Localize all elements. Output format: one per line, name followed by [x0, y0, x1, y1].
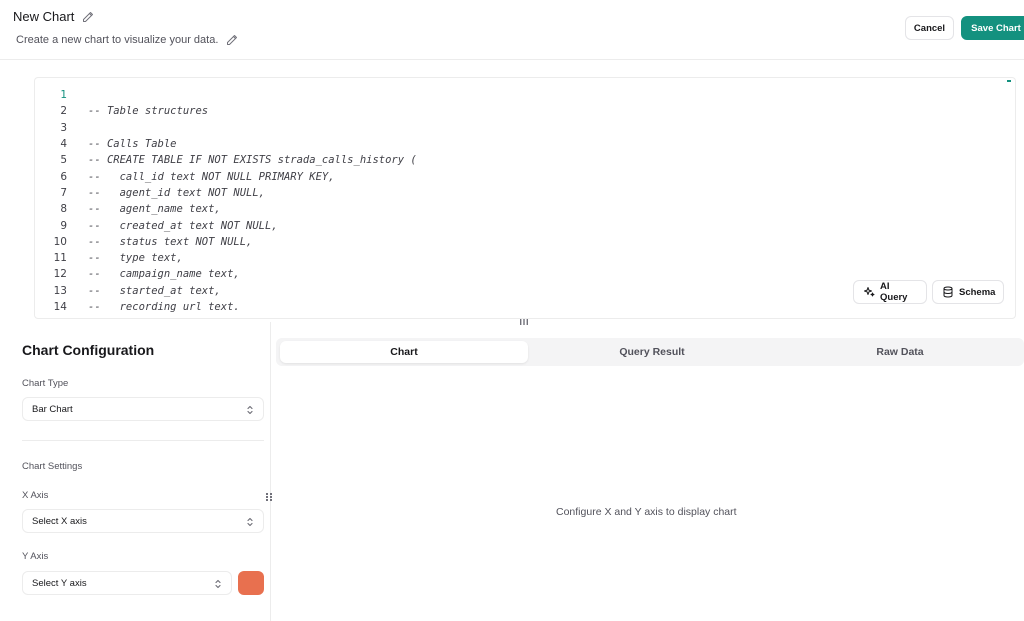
editor-resize-grip-icon[interactable]	[520, 312, 528, 325]
page-title: New Chart	[13, 9, 75, 24]
chart-configuration-panel: Chart Configuration Chart Type Bar Chart…	[0, 322, 271, 621]
ai-query-label: AI Query	[880, 281, 908, 303]
line-code: -- Calls Table	[88, 138, 177, 151]
code-line: 2 -- Table structures	[35, 103, 1015, 119]
title-row: New Chart	[13, 9, 94, 24]
line-code: -- created_at text NOT NULL,	[88, 219, 278, 232]
line-code: -- agent_id text NOT NULL,	[88, 186, 266, 199]
series-color-swatch[interactable]	[238, 571, 264, 595]
chart-type-label: Chart Type	[22, 378, 69, 389]
edit-description-icon[interactable]	[226, 34, 238, 46]
schema-button[interactable]: Schema	[932, 280, 1004, 304]
editor-scroll-marker	[1007, 80, 1011, 82]
line-number: 11	[53, 252, 67, 265]
ai-query-button[interactable]: AI Query	[853, 280, 927, 304]
edit-title-icon[interactable]	[82, 11, 94, 23]
database-icon	[942, 286, 954, 298]
line-code: -- type text,	[88, 252, 183, 265]
config-divider	[22, 440, 264, 441]
chevrons-up-down-icon	[245, 516, 255, 528]
x-axis-placeholder: Select X axis	[32, 515, 87, 527]
schema-label: Schema	[959, 286, 996, 298]
save-chart-button[interactable]: Save Chart	[961, 16, 1024, 40]
x-axis-select[interactable]: Select X axis	[22, 509, 264, 533]
chart-type-value: Bar Chart	[32, 403, 73, 415]
code-line: 10 -- status text NOT NULL,	[35, 234, 1015, 250]
line-number: 13	[53, 284, 67, 297]
code-line: 3	[35, 120, 1015, 136]
line-code: -- Table structures	[88, 105, 209, 118]
line-number: 7	[60, 186, 67, 199]
line-number: 5	[60, 154, 67, 167]
code-line: 6 -- call_id text NOT NULL PRIMARY KEY,	[35, 168, 1015, 184]
code-line: 9 -- created_at text NOT NULL,	[35, 217, 1015, 233]
line-number: 14	[53, 301, 67, 313]
code-line: 1	[35, 87, 1015, 103]
line-code: -- agent_name text,	[88, 203, 221, 216]
line-number: 10	[53, 235, 67, 248]
line-number: 3	[60, 121, 67, 134]
x-axis-label: X Axis	[22, 490, 49, 501]
line-code: -- CREATE TABLE IF NOT EXISTS strada_cal…	[88, 154, 417, 167]
chart-type-select[interactable]: Bar Chart	[22, 397, 264, 421]
tab-raw-data[interactable]: Raw Data	[776, 341, 1024, 363]
cancel-button[interactable]: Cancel	[905, 16, 954, 40]
config-title: Chart Configuration	[22, 342, 155, 358]
line-number: 6	[60, 170, 67, 183]
chart-empty-message: Configure X and Y axis to display chart	[556, 506, 737, 518]
sql-editor[interactable]: 1 2 -- Table structures 3 4 -- Calls Table 5 --…	[34, 77, 1016, 319]
line-code: -- call_id text NOT NULL PRIMARY KEY,	[88, 170, 335, 183]
line-code: -- recording url text.	[88, 301, 240, 313]
chevrons-up-down-icon	[245, 404, 255, 416]
y-axis-label: Y Axis	[22, 551, 49, 562]
line-number: 4	[60, 138, 67, 151]
line-number: 2	[60, 105, 67, 118]
page-header: New Chart Create a new chart to visualiz…	[0, 0, 1024, 60]
line-number: 9	[60, 219, 67, 232]
chevrons-up-down-icon	[213, 578, 223, 590]
page-description: Create a new chart to visualize your dat…	[16, 34, 219, 46]
line-code: -- started_at text,	[88, 284, 221, 297]
code-line: 7 -- agent_id text NOT NULL,	[35, 185, 1015, 201]
y-axis-placeholder: Select Y axis	[32, 577, 87, 589]
code-line: 8 -- agent_name text,	[35, 201, 1015, 217]
code-line: 5 -- CREATE TABLE IF NOT EXISTS strada_ca…	[35, 152, 1015, 168]
line-number: 1	[60, 89, 67, 102]
code-line: 4 -- Calls Table	[35, 136, 1015, 152]
preview-tabs: Chart Query Result Raw Data	[276, 338, 1024, 366]
description-row: Create a new chart to visualize your dat…	[16, 34, 238, 46]
line-code: -- status text NOT NULL,	[88, 235, 253, 248]
line-number: 8	[60, 203, 67, 216]
chart-settings-label: Chart Settings	[22, 461, 83, 472]
line-code: -- campaign_name text,	[88, 268, 240, 281]
line-number: 12	[53, 268, 67, 281]
tab-query-result[interactable]: Query Result	[528, 341, 776, 363]
sparkles-icon	[863, 286, 875, 298]
y-axis-select[interactable]: Select Y axis	[22, 571, 232, 595]
tab-chart[interactable]: Chart	[280, 341, 528, 363]
panel-resize-grip-icon[interactable]	[266, 488, 272, 501]
code-line: 11 -- type text,	[35, 250, 1015, 266]
